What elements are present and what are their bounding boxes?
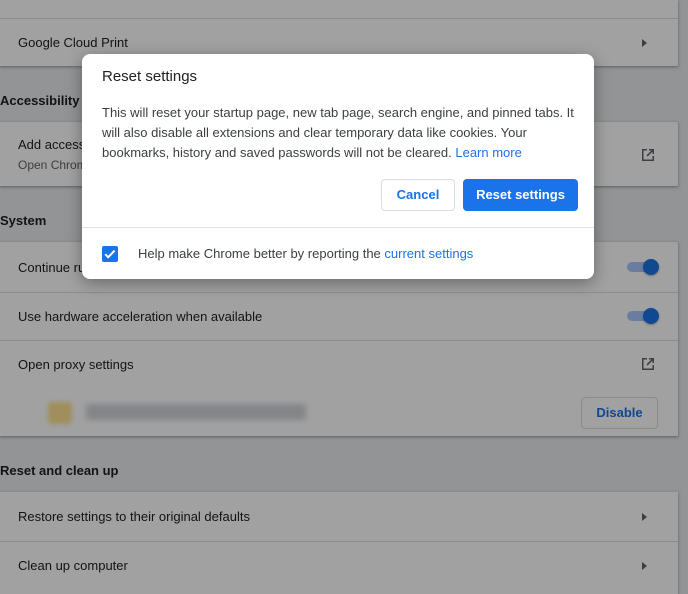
checkmark-icon [104,249,116,259]
report-settings-label: Help make Chrome better by reporting the… [138,246,473,261]
dialog-title: Reset settings [102,68,198,85]
cancel-button[interactable]: Cancel [381,179,455,211]
learn-more-link[interactable]: Learn more [455,145,521,160]
report-settings-checkbox[interactable] [102,246,118,262]
reset-settings-button[interactable]: Reset settings [463,179,578,211]
dialog-body: This will reset your startup page, new t… [102,103,577,163]
current-settings-link[interactable]: current settings [384,246,473,261]
reset-settings-dialog: Reset settings This will reset your star… [82,54,594,279]
dialog-divider [82,227,594,228]
footer-text: Help make Chrome better by reporting the [138,246,381,261]
